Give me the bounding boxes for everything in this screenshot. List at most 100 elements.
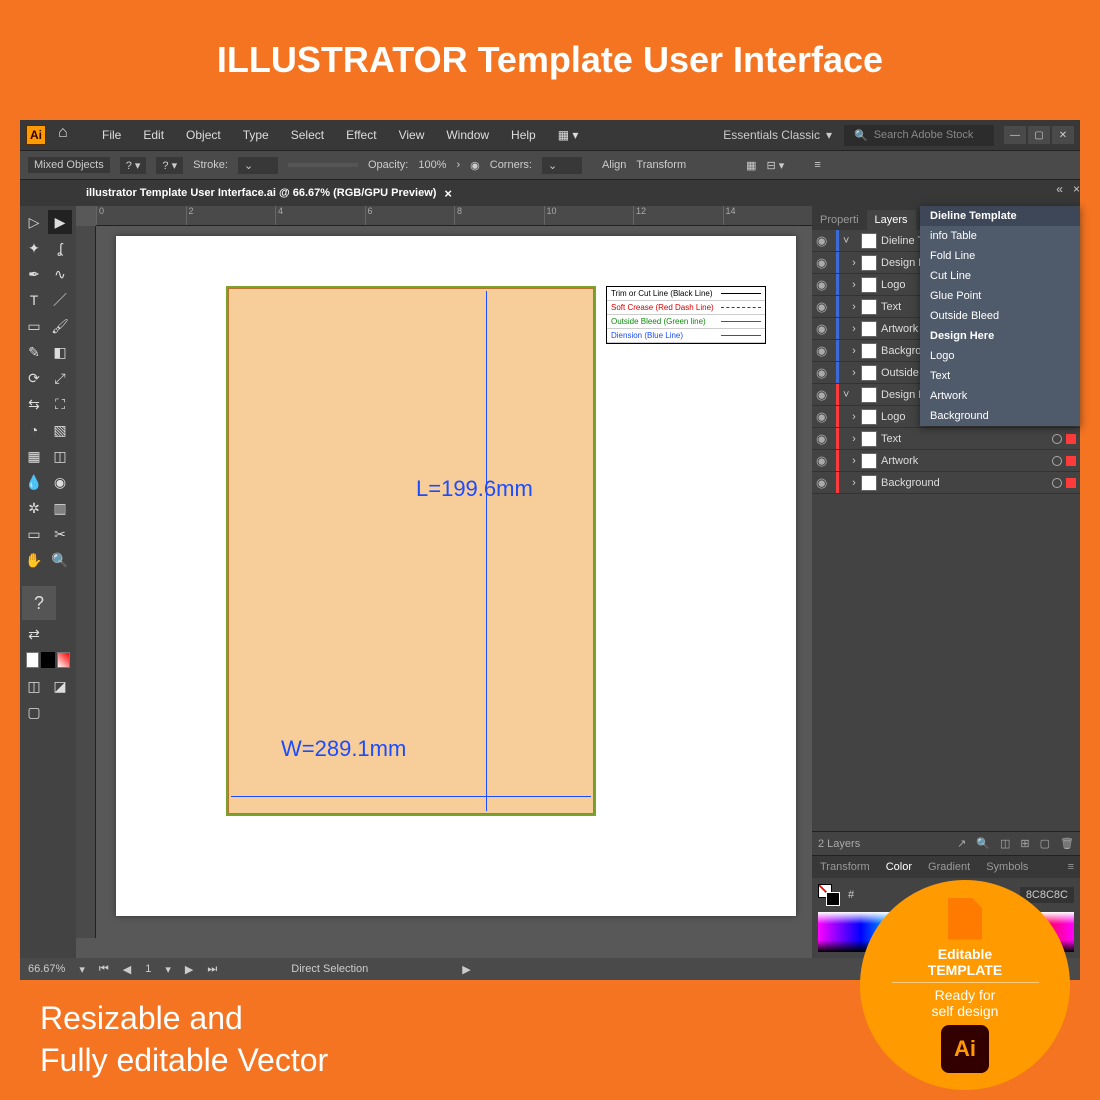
slice-tool-icon[interactable]: ✂: [48, 522, 72, 546]
expand-chevron-icon[interactable]: ˅: [843, 235, 857, 247]
layer-row[interactable]: ◉ › Text: [812, 428, 1080, 450]
isolate-icon[interactable]: ▦: [746, 159, 756, 172]
menu-object[interactable]: Object: [176, 128, 231, 142]
first-artboard-icon[interactable]: ⏮: [99, 963, 109, 976]
lasso-tool-icon[interactable]: ʆ: [48, 236, 72, 260]
visibility-toggle-icon[interactable]: ◉: [816, 277, 832, 293]
scale-tool-icon[interactable]: ⤢: [48, 366, 72, 390]
visibility-toggle-icon[interactable]: ◉: [816, 475, 832, 491]
zoom-level[interactable]: 66.67%: [28, 963, 65, 975]
layer-name[interactable]: Artwork: [881, 455, 1048, 467]
scroll-right-icon[interactable]: ▶: [462, 963, 470, 976]
width-tool-icon[interactable]: ⇆: [22, 392, 46, 416]
menu-view[interactable]: View: [389, 128, 435, 142]
context-item[interactable]: Design Here: [920, 326, 1080, 346]
menu-effect[interactable]: Effect: [336, 128, 386, 142]
context-item[interactable]: Background: [920, 406, 1080, 426]
eyedropper-tool-icon[interactable]: 💧: [22, 470, 46, 494]
perspective-tool-icon[interactable]: ▧: [48, 418, 72, 442]
zoom-tool-icon[interactable]: 🔍: [48, 548, 72, 572]
graph-tool-icon[interactable]: ▥: [48, 496, 72, 520]
opacity-value[interactable]: 100%: [418, 159, 446, 171]
artboard[interactable]: L=199.6mm W=289.1mm Trim or Cut Line (Bl…: [116, 236, 796, 916]
panel-close-icon[interactable]: ×: [1073, 182, 1080, 196]
visibility-toggle-icon[interactable]: ◉: [816, 343, 832, 359]
context-item[interactable]: Outside Bleed: [920, 306, 1080, 326]
visibility-toggle-icon[interactable]: ◉: [816, 321, 832, 337]
target-icon[interactable]: [1052, 478, 1062, 488]
visibility-toggle-icon[interactable]: ◉: [816, 431, 832, 447]
shaper-tool-icon[interactable]: ✎: [22, 340, 46, 364]
magic-wand-tool-icon[interactable]: ✦: [22, 236, 46, 260]
context-item[interactable]: Logo: [920, 346, 1080, 366]
expand-chevron-icon[interactable]: ›: [843, 455, 857, 467]
opacity-chevron-icon[interactable]: ›: [456, 159, 460, 171]
select-indicator[interactable]: [1066, 456, 1076, 466]
prev-artboard-icon[interactable]: ◀: [123, 963, 131, 976]
color-panel-menu-icon[interactable]: ≡: [1060, 861, 1080, 873]
artboard-number[interactable]: 1: [145, 963, 151, 975]
screen-mode-icon[interactable]: ▢: [22, 700, 46, 724]
free-transform-tool-icon[interactable]: ⛶: [48, 392, 72, 416]
context-item[interactable]: Fold Line: [920, 246, 1080, 266]
menu-select[interactable]: Select: [281, 128, 334, 142]
delete-layer-icon[interactable]: 🗑: [1060, 837, 1074, 850]
curvature-tool-icon[interactable]: ∿: [48, 262, 72, 286]
tab-transform[interactable]: Transform: [812, 861, 878, 873]
menu-window[interactable]: Window: [436, 128, 499, 142]
document-tab[interactable]: illustrator Template User Interface.ai @…: [76, 186, 462, 201]
menu-help[interactable]: Help: [501, 128, 546, 142]
layer-row[interactable]: ◉ › Artwork: [812, 450, 1080, 472]
fill-swatch[interactable]: ?: [22, 586, 56, 620]
context-item[interactable]: Glue Point: [920, 286, 1080, 306]
shape-builder-tool-icon[interactable]: ◔: [22, 418, 46, 442]
layer-name[interactable]: Background: [881, 477, 1048, 489]
visibility-toggle-icon[interactable]: ◉: [816, 233, 832, 249]
zoom-chevron-icon[interactable]: ▾: [79, 963, 85, 976]
minimize-button[interactable]: —: [1004, 126, 1026, 144]
next-artboard-icon[interactable]: ▶: [185, 963, 193, 976]
arrange-icon[interactable]: ▦ ▾: [548, 128, 589, 142]
selection-tool-icon[interactable]: ▷: [22, 210, 46, 234]
select-indicator[interactable]: [1066, 434, 1076, 444]
maximize-button[interactable]: ▢: [1028, 126, 1050, 144]
hand-tool-icon[interactable]: ✋: [22, 548, 46, 572]
expand-chevron-icon[interactable]: ›: [843, 367, 857, 379]
symbol-sprayer-tool-icon[interactable]: ✲: [22, 496, 46, 520]
select-indicator[interactable]: [1066, 478, 1076, 488]
canvas-area[interactable]: 02468101214 L=199.6mm W=289.1mm Trim or …: [76, 206, 812, 958]
expand-chevron-icon[interactable]: ›: [843, 279, 857, 291]
stroke-weight[interactable]: ⌄: [238, 157, 278, 174]
menu-type[interactable]: Type: [233, 128, 279, 142]
expand-chevron-icon[interactable]: ›: [843, 411, 857, 423]
rotate-tool-icon[interactable]: ⟳: [22, 366, 46, 390]
context-item[interactable]: Artwork: [920, 386, 1080, 406]
gradient-tool-icon[interactable]: ◫: [48, 444, 72, 468]
find-layer-icon[interactable]: 🔍: [976, 837, 990, 850]
context-item[interactable]: Cut Line: [920, 266, 1080, 286]
recolor-icon[interactable]: ◉: [470, 159, 480, 172]
target-icon[interactable]: [1052, 434, 1062, 444]
visibility-toggle-icon[interactable]: ◉: [816, 255, 832, 271]
layer-row[interactable]: ◉ › Background: [812, 472, 1080, 494]
fill-dropdown[interactable]: ? ▾: [120, 157, 147, 174]
last-artboard-icon[interactable]: ⏭: [207, 963, 217, 976]
brush-def[interactable]: [288, 163, 358, 167]
menu-file[interactable]: File: [92, 128, 131, 142]
panel-menu-icon[interactable]: ≡: [814, 159, 820, 171]
rectangle-tool-icon[interactable]: ▭: [22, 314, 46, 338]
context-item[interactable]: Text: [920, 366, 1080, 386]
default-stroke-icon[interactable]: [41, 652, 54, 668]
isolate2-icon[interactable]: ⊟ ▾: [767, 159, 785, 172]
search-input[interactable]: 🔍Search Adobe Stock: [844, 125, 994, 146]
clip-mask-icon[interactable]: ◫: [1000, 837, 1010, 850]
expand-chevron-icon[interactable]: ›: [843, 345, 857, 357]
tab-properties[interactable]: Properti: [812, 210, 867, 230]
artboard-chevron-icon[interactable]: ▾: [165, 963, 171, 976]
context-item[interactable]: Dieline Template: [920, 206, 1080, 226]
none-icon[interactable]: [57, 652, 70, 668]
tab-color[interactable]: Color: [878, 861, 920, 873]
blend-tool-icon[interactable]: ◉: [48, 470, 72, 494]
visibility-toggle-icon[interactable]: ◉: [816, 453, 832, 469]
panel-collapse-icon[interactable]: «: [1056, 182, 1063, 196]
